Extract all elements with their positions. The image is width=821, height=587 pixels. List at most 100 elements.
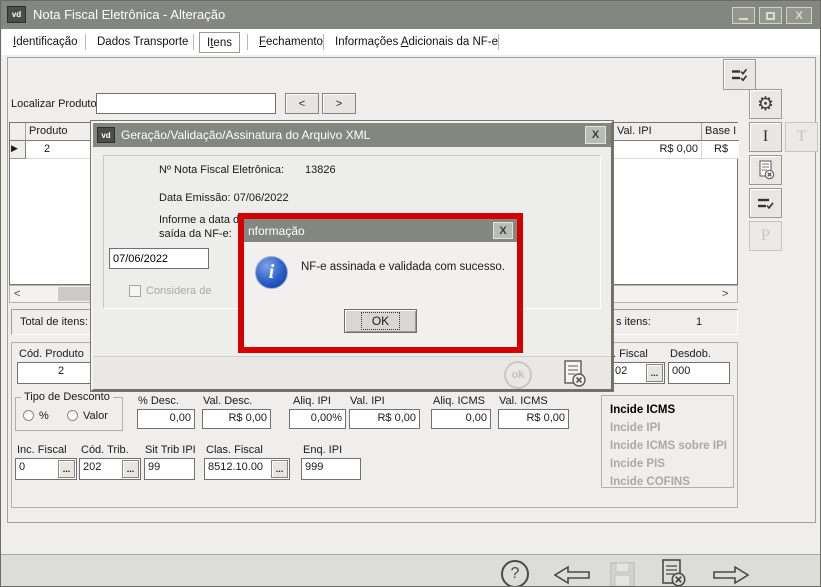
grid-header-val-ipi[interactable]: Val. IPI	[614, 123, 702, 141]
localizar-produto-label: Localizar Produto	[11, 98, 97, 110]
row-selector[interactable]: ▶	[10, 141, 26, 159]
list-check-icon	[757, 197, 774, 209]
total-dos-itens-label: s itens:	[616, 316, 651, 328]
scroll-thumb[interactable]	[58, 287, 94, 301]
val-ipi-label: Val. IPI	[350, 395, 385, 407]
info-messagebox: nformação X i NF-e assinada e validada c…	[238, 213, 523, 353]
tab-dados-transporte[interactable]: Dados Transporte	[97, 36, 188, 48]
settings-button[interactable]: ⚙	[749, 89, 782, 119]
incide-icms-sobre-ipi: Incide ICMS sobre IPI	[610, 437, 725, 455]
exit-date-input[interactable]	[109, 248, 209, 269]
val-icms-field[interactable]: R$ 0,00	[498, 409, 569, 429]
val-ipi-field[interactable]: R$ 0,00	[349, 409, 420, 429]
fiscal-browse-button[interactable]: ...	[646, 364, 663, 382]
emission-date-text: Data Emissão: 07/06/2022	[159, 192, 289, 204]
minimize-icon	[739, 18, 748, 20]
radio-percent-label: %	[39, 410, 49, 422]
xml-dialog-close-button[interactable]: X	[585, 126, 606, 144]
scroll-right-arrow[interactable]: >	[722, 288, 728, 300]
cod-trib-browse-button[interactable]: ...	[122, 460, 139, 478]
incide-ipi: Incide IPI	[610, 419, 725, 437]
tab-identificacao[interactable]: Identificação	[13, 36, 78, 48]
back-button[interactable]	[554, 564, 590, 586]
print-button-disabled: P	[749, 221, 782, 251]
maximize-icon	[766, 12, 775, 20]
total-itens-label: Total de itens:	[20, 316, 88, 328]
cancel-document-button[interactable]	[749, 155, 782, 185]
messagebox-close-button[interactable]: X	[493, 222, 513, 239]
inc-fiscal-label: Inc. Fiscal	[17, 444, 67, 456]
tab-informacoes-adicionais[interactable]: Informações Adicionais da NF-e	[335, 36, 498, 48]
cod-produto-label: Cód. Produto	[19, 348, 84, 360]
close-icon: X	[592, 129, 599, 141]
aliq-ipi-field[interactable]: 0,00%	[289, 409, 346, 429]
sit-trib-ipi-label: Sit Trib IPI	[145, 444, 196, 456]
considera-checkbox[interactable]	[129, 285, 141, 297]
aliq-icms-field[interactable]: 0,00	[431, 409, 491, 429]
grid-header-base-i[interactable]: Base I	[702, 123, 739, 141]
document-cancel-icon	[561, 359, 587, 389]
help-button[interactable]: ?	[501, 560, 529, 587]
close-button[interactable]: X	[786, 7, 812, 24]
maximize-button[interactable]	[759, 7, 782, 24]
tab-fechamento[interactable]: Fechamento	[259, 36, 323, 48]
inform-date-line2: saída da NF-e:	[159, 228, 232, 240]
text-button-disabled: T	[785, 122, 818, 152]
minimize-button[interactable]	[732, 7, 755, 24]
cancel-xml-button[interactable]	[561, 359, 587, 389]
arrow-left-icon	[554, 564, 590, 586]
check-items-button[interactable]	[723, 59, 756, 90]
pct-desc-label: % Desc.	[138, 395, 179, 407]
letter-t-icon: T	[797, 128, 807, 146]
radio-percent[interactable]	[23, 410, 34, 421]
nfe-number-label: Nº Nota Fiscal Eletrônica:	[159, 164, 284, 176]
tipo-desconto-legend: Tipo de Desconto	[21, 391, 113, 403]
sit-trib-ipi-field[interactable]: 99	[144, 458, 195, 480]
browse-icon: ...	[127, 464, 135, 474]
bottom-toolbar	[1, 555, 821, 587]
ok-button-disabled: ok	[504, 361, 532, 389]
messagebox-titlebar: nformação	[244, 219, 517, 242]
ok-circle-label: ok	[512, 369, 525, 381]
next-product-button[interactable]: >	[322, 93, 356, 114]
cod-trib-label: Cód. Trib.	[81, 444, 129, 456]
confirm-list-button[interactable]	[749, 188, 782, 218]
radio-valor-label: Valor	[83, 410, 108, 422]
tab-separator	[193, 34, 194, 50]
cancel-nfe-button[interactable]	[658, 558, 688, 587]
ok-button-label: OK	[361, 312, 400, 330]
xml-dialog-title: Geração/Validação/Assinatura do Arquivo …	[121, 128, 370, 142]
browse-icon: ...	[276, 464, 284, 474]
close-icon: X	[499, 225, 506, 237]
italic-button[interactable]: I	[749, 122, 782, 152]
forward-button[interactable]	[713, 564, 749, 586]
radio-valor[interactable]	[67, 410, 78, 421]
desdob-field[interactable]: 000	[668, 362, 730, 384]
incide-pis: Incide PIS	[610, 455, 725, 473]
inc-fiscal-browse-button[interactable]: ...	[58, 460, 75, 478]
grid-selector-header	[10, 123, 26, 141]
prev-product-button[interactable]: <	[285, 93, 319, 114]
aliq-ipi-label: Aliq. IPI	[293, 395, 331, 407]
clas-fiscal-browse-button[interactable]: ...	[271, 460, 288, 478]
pct-desc-field[interactable]: 0,00	[137, 409, 195, 429]
tab-itens-selected[interactable]: Itens	[199, 32, 240, 53]
browse-icon: ...	[651, 368, 659, 378]
cell-val-ipi[interactable]: R$ 0,00	[614, 141, 702, 159]
enq-ipi-field[interactable]: 999	[301, 458, 361, 480]
save-button-disabled	[609, 561, 636, 587]
xml-dialog-footer	[93, 356, 611, 389]
browse-icon: ...	[63, 464, 71, 474]
cell-base-i[interactable]: R$	[702, 141, 739, 159]
messagebox-ok-button[interactable]: OK	[344, 309, 417, 333]
localizar-produto-input[interactable]	[96, 93, 276, 114]
tab-separator	[498, 34, 499, 50]
scroll-left-arrow[interactable]: <	[14, 288, 20, 300]
help-icon: ?	[511, 565, 520, 583]
tab-separator	[247, 34, 248, 50]
clas-fiscal-label: Clas. Fiscal	[206, 444, 263, 456]
gear-icon: ⚙	[757, 95, 774, 114]
tab-separator	[85, 34, 86, 50]
val-desc-field[interactable]: R$ 0,00	[202, 409, 271, 429]
incide-panel: Incide ICMS Incide IPI Incide ICMS sobre…	[601, 395, 734, 488]
